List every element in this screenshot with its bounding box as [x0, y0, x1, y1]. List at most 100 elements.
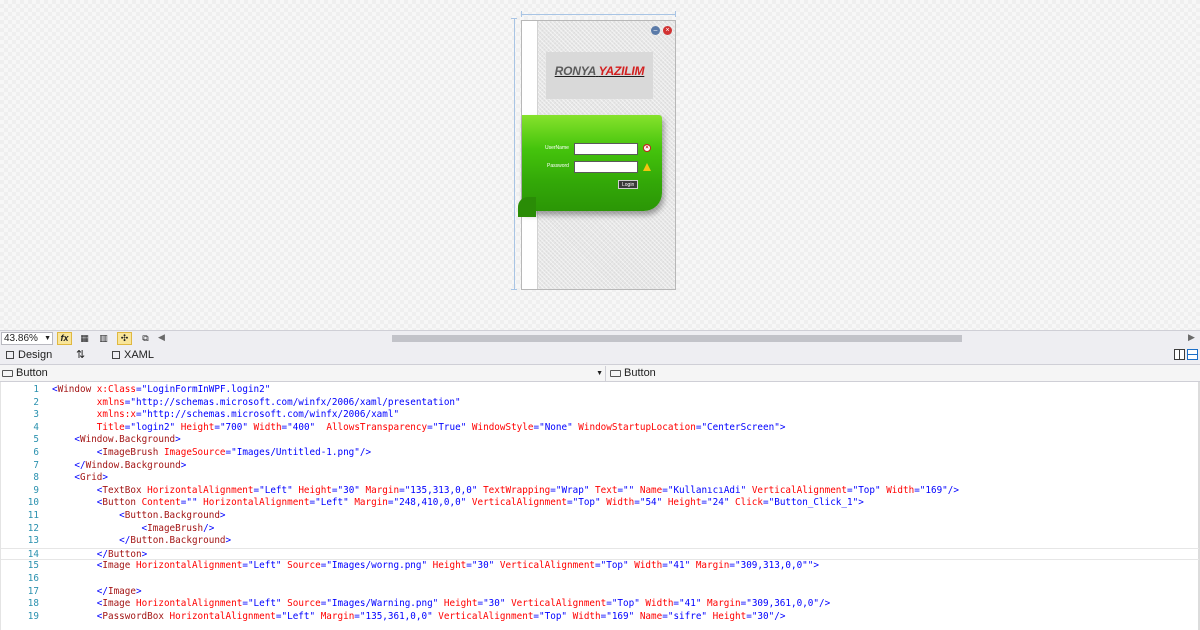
code-token: HorizontalAlignment [130, 560, 243, 572]
username-input[interactable] [574, 143, 638, 155]
code-line[interactable]: 19 <PasswordBox HorizontalAlignment="Lef… [1, 611, 1199, 624]
snap-lines-icon[interactable]: ✣ [117, 332, 132, 345]
code-token: </ [52, 585, 108, 597]
code-token: Image [102, 598, 131, 610]
line-number: 9 [33, 484, 39, 496]
code-token: ImageSource [158, 447, 226, 458]
code-token: "> [807, 560, 819, 572]
xaml-code-editor[interactable]: 1 <Window x:Class="LoginFormInWPF.login2"… [0, 382, 1200, 630]
login-window-preview[interactable]: – × RONYA YAZILIM UserName × Password Lo… [518, 20, 676, 290]
code-token: "http://schemas.microsoft.com/winfx/2006… [130, 396, 461, 408]
code-token: "Top" [852, 484, 881, 496]
effects-icon[interactable]: fx [57, 332, 72, 345]
artboard-icon[interactable]: ⧉ [138, 332, 153, 345]
code-token: > [219, 510, 226, 521]
vertical-split-icon[interactable] [1174, 349, 1185, 360]
grid-icon[interactable]: ▦ [77, 332, 92, 345]
horizontal-split-icon[interactable] [1187, 349, 1198, 360]
code-token: PasswordBox [102, 610, 164, 622]
code-line[interactable]: 4 Title="login2" Height="700" Width="400… [1, 422, 1199, 435]
line-number: 5 [33, 434, 39, 446]
code-token: > [858, 497, 864, 509]
code-line[interactable]: 17 </Image> [1, 586, 1199, 599]
minimize-icon[interactable]: – [651, 26, 660, 35]
code-token: < [52, 497, 103, 509]
code-text: <PasswordBox HorizontalAlignment="Left" … [52, 610, 786, 624]
line-number: 19 [27, 610, 39, 622]
code-token: < [52, 510, 125, 521]
code-token: "169" [606, 610, 635, 622]
code-token: Image [102, 560, 131, 572]
code-line[interactable]: 15 <Image HorizontalAlignment="Left" Sou… [1, 560, 1199, 573]
line-number: 8 [33, 472, 39, 484]
code-token: "login2" [130, 421, 176, 433]
element-icon [610, 370, 621, 377]
code-token: "Top" [611, 598, 640, 610]
element-icon [2, 370, 13, 377]
code-token: ImageBrush [147, 522, 204, 534]
code-token: Window [57, 384, 92, 395]
code-line[interactable]: 13 </Button.Background> [1, 535, 1199, 548]
scroll-right-icon[interactable]: ▶ [1188, 332, 1195, 343]
line-number: 12 [27, 522, 39, 534]
code-token: Source [281, 598, 321, 610]
code-line[interactable]: 2 xmlns="http://schemas.microsoft.com/wi… [1, 397, 1199, 410]
code-line[interactable]: 14 </Button> [1, 547, 1199, 561]
code-token: VerticalAlignment [432, 610, 534, 622]
code-line[interactable]: 8 <Grid> [1, 472, 1199, 485]
code-token: "135,361,0,0" [359, 610, 433, 622]
code-text: </Button.Background> [52, 535, 231, 548]
line-number: 6 [33, 447, 39, 458]
code-line[interactable]: 1 <Window x:Class="LoginFormInWPF.login2" [1, 384, 1199, 397]
zoom-dropdown[interactable]: 43.86% ▼ [1, 332, 53, 345]
code-line[interactable]: 3 xmlns:x="http://schemas.microsoft.com/… [1, 409, 1199, 422]
close-icon[interactable]: × [663, 26, 672, 35]
code-token: < [52, 434, 80, 446]
code-token: > [141, 548, 148, 560]
code-token: Window.Background [85, 459, 181, 471]
code-token: "sifre" [667, 610, 708, 622]
code-token: < [52, 472, 80, 484]
code-token: "Images/worng.png" [326, 560, 428, 572]
line-number: 1 [33, 384, 39, 395]
code-token: Click [729, 497, 764, 509]
code-token: Title [52, 421, 125, 433]
code-line[interactable]: 12 <ImageBrush/> [1, 523, 1199, 536]
horizontal-scrollbar-thumb[interactable] [392, 335, 962, 342]
login-button[interactable]: Login [618, 180, 639, 189]
line-number: 18 [27, 598, 39, 610]
code-line[interactable]: 18 <Image HorizontalAlignment="Left" Sou… [1, 598, 1199, 611]
element-selector-left[interactable]: Button ▼ [0, 366, 606, 381]
code-token: "41" [679, 598, 702, 610]
code-line[interactable]: 7 </Window.Background> [1, 460, 1199, 473]
code-token: Width [567, 610, 601, 622]
code-token: Image [107, 585, 136, 597]
snap-gridlines-icon[interactable]: ▥ [96, 332, 111, 345]
swap-panes-button[interactable]: ⇅ [76, 347, 85, 363]
code-token: "Top" [572, 497, 601, 509]
designer-surface[interactable]: – × RONYA YAZILIM UserName × Password Lo… [0, 0, 1200, 330]
scroll-left-icon[interactable]: ◀ [158, 332, 165, 343]
element-selector-right[interactable]: Button [608, 366, 1200, 381]
line-number: 13 [27, 535, 39, 547]
code-token: HorizontalAlignment [163, 610, 276, 622]
code-token: xmlns [52, 396, 125, 408]
code-line[interactable]: 5 <Window.Background> [1, 434, 1199, 447]
tab-xaml[interactable]: XAML [110, 347, 154, 363]
code-line[interactable]: 16 [1, 573, 1199, 586]
tab-design[interactable]: Design [4, 347, 52, 363]
code-token: Height [292, 484, 332, 496]
code-token: "CenterScreen" [701, 421, 780, 433]
code-line[interactable]: 10 <Button Content="" HorizontalAlignmen… [1, 497, 1199, 510]
code-line[interactable]: 9 <TextBox HorizontalAlignment="Left" He… [1, 485, 1199, 498]
logo-text-yazilim: YAZILIM [598, 64, 645, 78]
code-token: Height [662, 497, 702, 509]
code-line[interactable]: 6 <ImageBrush ImageSource="Images/Untitl… [1, 447, 1199, 460]
login-panel: UserName × Password Login [518, 115, 662, 217]
code-line[interactable]: 11 <Button.Background> [1, 510, 1199, 523]
password-input[interactable] [574, 161, 638, 173]
code-token: AllowsTransparency [315, 421, 428, 433]
code-token: "Left" [247, 560, 282, 572]
code-token: "309,313,0,0" [735, 560, 808, 572]
logo-text-ronya: RONYA [554, 64, 596, 78]
